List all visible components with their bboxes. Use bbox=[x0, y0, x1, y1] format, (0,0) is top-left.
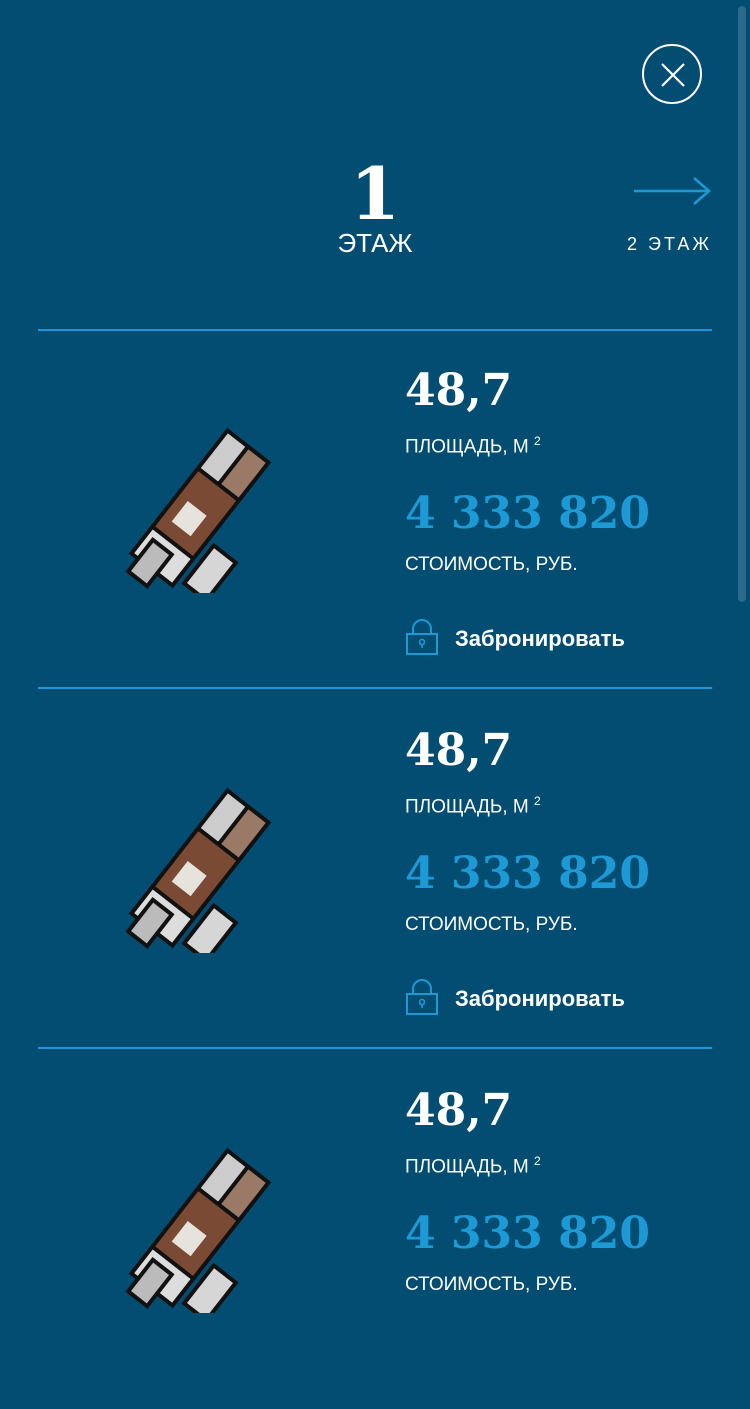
book-label: Забронировать bbox=[455, 986, 625, 1011]
floor-plan-image bbox=[125, 427, 272, 593]
book-button[interactable]: Забронировать bbox=[405, 619, 645, 659]
close-icon bbox=[661, 63, 685, 87]
area-label-text: ПЛОЩАДЬ, М bbox=[405, 796, 529, 818]
floor-plan-image bbox=[125, 787, 272, 953]
price-label: СТОИМОСТЬ, РУБ. bbox=[405, 554, 578, 575]
area-label: ПЛОЩАДЬ, М 2 bbox=[405, 789, 541, 819]
apartment-price: 4 333 820 bbox=[405, 848, 650, 899]
area-label: ПЛОЩАДЬ, М 2 bbox=[405, 429, 541, 459]
price-label: СТОИМОСТЬ, РУБ. bbox=[405, 1274, 578, 1295]
floor-plan-image bbox=[125, 1147, 272, 1313]
book-label: Забронировать bbox=[455, 626, 625, 651]
apartment-area: 48,7 bbox=[405, 1085, 513, 1136]
area-unit-superscript: 2 bbox=[534, 1154, 541, 1168]
area-label-text: ПЛОЩАДЬ, М bbox=[405, 436, 529, 458]
apartment-price: 4 333 820 bbox=[405, 1208, 650, 1259]
lock-icon bbox=[406, 619, 438, 655]
close-button[interactable] bbox=[642, 44, 702, 104]
next-floor-label: 2 ЭТАЖ bbox=[627, 234, 712, 254]
area-unit-superscript: 2 bbox=[534, 434, 541, 448]
arrow-right-icon bbox=[634, 177, 711, 205]
area-label-text: ПЛОЩАДЬ, М bbox=[405, 1156, 529, 1178]
divider bbox=[38, 1047, 712, 1049]
apartment-area: 48,7 bbox=[405, 365, 513, 416]
apartment-area: 48,7 bbox=[405, 725, 513, 776]
apartment-card[interactable]: 48,7 ПЛОЩАДЬ, М 2 4 333 820 СТОИМОСТЬ, Р… bbox=[0, 331, 750, 689]
price-label: СТОИМОСТЬ, РУБ. bbox=[405, 914, 578, 935]
apartment-price: 4 333 820 bbox=[405, 488, 650, 539]
lock-icon bbox=[406, 979, 438, 1015]
book-button[interactable]: Забронировать bbox=[405, 979, 645, 1019]
next-floor-button[interactable]: 2 ЭТАЖ bbox=[612, 170, 712, 270]
area-label: ПЛОЩАДЬ, М 2 bbox=[405, 1149, 541, 1179]
area-unit-superscript: 2 bbox=[534, 794, 541, 808]
apartment-card[interactable]: 48,7 ПЛОЩАДЬ, М 2 4 333 820 СТОИМОСТЬ, Р… bbox=[0, 1051, 750, 1409]
divider bbox=[38, 687, 712, 689]
apartment-card[interactable]: 48,7 ПЛОЩАДЬ, М 2 4 333 820 СТОИМОСТЬ, Р… bbox=[0, 691, 750, 1049]
